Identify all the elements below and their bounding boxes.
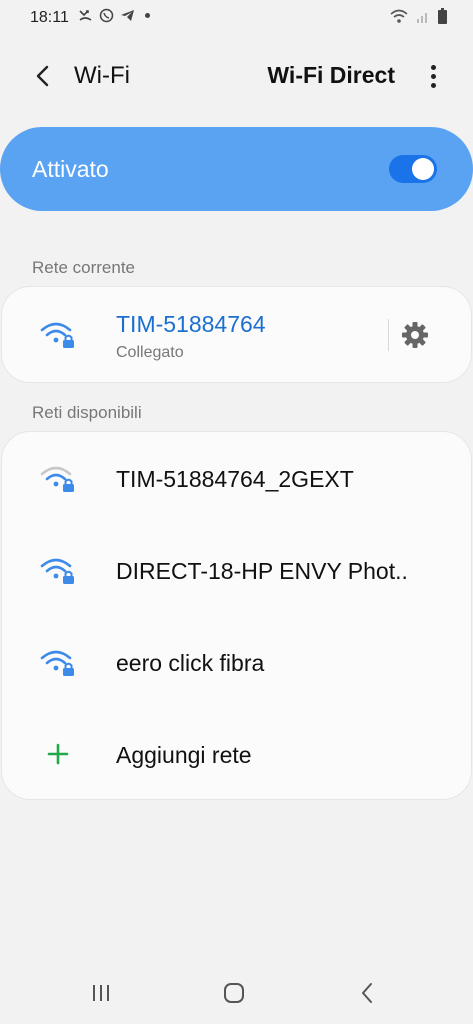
back-icon (362, 983, 372, 1003)
recent-apps-icon (93, 985, 109, 1001)
wifi-weak-locked-icon (40, 466, 74, 492)
network-row[interactable]: TIM-51884764_2GEXT (2, 432, 471, 524)
home-icon (224, 983, 244, 1003)
back-arrow-icon (36, 65, 49, 87)
wifi-locked-icon (40, 650, 74, 676)
add-network-row[interactable]: Aggiungi rete (2, 708, 471, 800)
wifi-icon (390, 9, 408, 23)
back-button[interactable] (24, 58, 60, 94)
page-title: Wi-Fi (74, 62, 130, 89)
section-label-available: Reti disponibili (32, 403, 142, 422)
section-label-current: Rete corrente (32, 258, 135, 277)
recent-apps-button[interactable] (86, 980, 116, 1006)
network-row[interactable]: eero click fibra (2, 616, 471, 708)
master-switch-label: Attivato (32, 156, 109, 182)
current-network-status: Collegato (116, 344, 184, 361)
status-time: 18:11 (30, 9, 69, 26)
app-bar: Wi-Fi Wi-Fi Direct (0, 44, 473, 108)
gear-icon[interactable] (400, 320, 430, 350)
status-bar: 18:11 (0, 0, 473, 36)
network-ssid: TIM-51884764_2GEXT (116, 466, 354, 492)
network-ssid: DIRECT-18-HP ENVY Phot.. (116, 558, 408, 584)
navigation-bar (0, 962, 473, 1024)
available-networks-card: TIM-51884764_2GEXT DIRECT-18-HP ENVY Pho… (2, 432, 471, 799)
more-vert-icon (430, 64, 436, 70)
wifi-direct-button[interactable]: Wi-Fi Direct (267, 62, 395, 89)
wifi-locked-icon (40, 558, 74, 584)
add-network-label: Aggiungi rete (116, 742, 252, 768)
plus-icon (47, 743, 69, 765)
home-button[interactable] (219, 980, 249, 1006)
divider (388, 319, 389, 351)
notification-dot-icon (145, 13, 150, 18)
network-row[interactable]: DIRECT-18-HP ENVY Phot.. (2, 524, 471, 616)
current-network-card: TIM-51884764 Collegato (2, 287, 471, 382)
toggle-knob (412, 158, 434, 180)
current-network-row[interactable]: TIM-51884764 Collegato (2, 287, 471, 382)
wifi-locked-icon (40, 322, 74, 348)
back-nav-button[interactable] (352, 980, 382, 1006)
missed-call-icon (79, 10, 92, 21)
telegram-icon (121, 10, 134, 21)
whatsapp-icon (99, 8, 114, 23)
network-ssid: eero click fibra (116, 650, 265, 676)
current-network-ssid: TIM-51884764 (116, 311, 266, 337)
wifi-master-switch-bar[interactable]: Attivato (0, 127, 473, 211)
wifi-toggle[interactable] (389, 155, 437, 183)
signal-icon (417, 12, 427, 23)
more-options-button[interactable] (421, 58, 445, 94)
battery-icon (438, 8, 447, 24)
